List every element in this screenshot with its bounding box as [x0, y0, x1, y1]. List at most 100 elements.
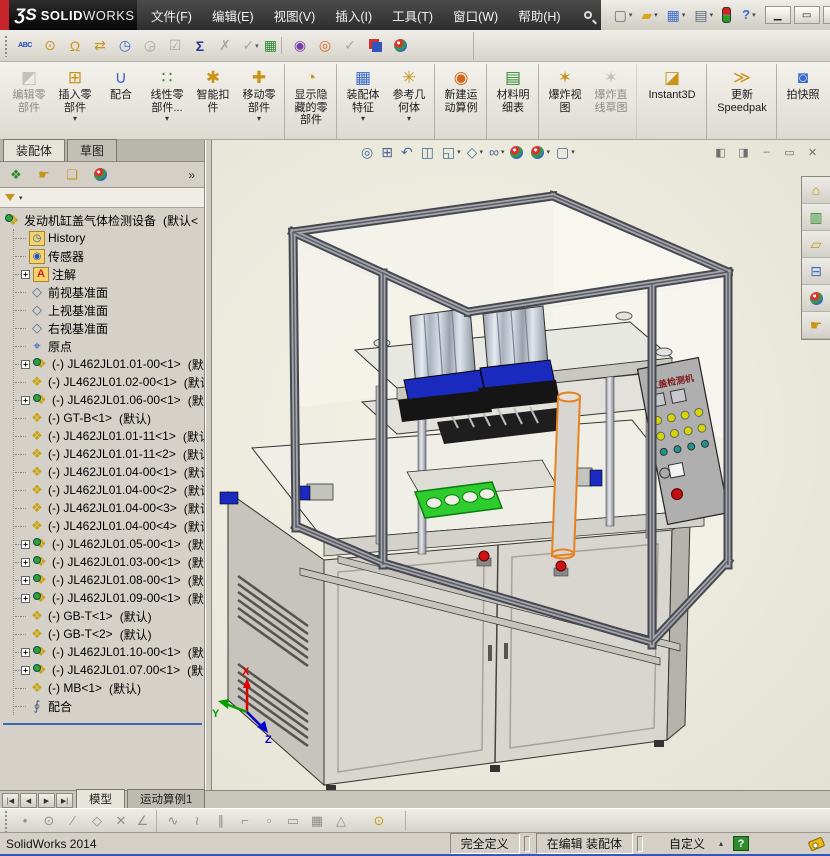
ribbon-button[interactable]: ✳ 参考几何体 ▾	[386, 64, 435, 139]
open-icon[interactable]: ▰ ▾	[638, 6, 660, 24]
tree-item[interactable]: 前视基准面	[14, 283, 204, 301]
ribbon-button[interactable]: ▤ 材料明细表	[490, 64, 539, 139]
expand-toggle[interactable]	[21, 255, 26, 257]
save-icon[interactable]: ▦ ▾	[664, 6, 689, 24]
ribbon-button[interactable]: ✶ 爆炸直线草图	[588, 64, 637, 139]
ribbon-button[interactable]: ✶ 爆炸视图	[542, 64, 588, 139]
zoom-area-icon[interactable]: ⊞	[378, 141, 398, 163]
parallel-icon[interactable]: ∥	[209, 810, 233, 832]
tree-item[interactable]: (-) JL462JL01.02-00<1> (默认	[14, 373, 204, 391]
expand-toggle[interactable]	[21, 453, 26, 455]
expand-toggle[interactable]: +	[21, 539, 30, 549]
pane-left-icon[interactable]: ◧	[711, 144, 730, 160]
custom-view-label[interactable]: 自定义	[669, 835, 705, 852]
minimize-button[interactable]: ▁	[764, 6, 791, 24]
appearance-sphere-icon[interactable]	[388, 33, 413, 58]
search-icon[interactable]	[574, 0, 601, 30]
tag-icon[interactable]	[807, 836, 826, 851]
configurationmanager-tab-icon[interactable]: ❏	[59, 164, 85, 186]
expand-toggle[interactable]	[21, 687, 26, 689]
help-status-icon[interactable]: ?	[733, 836, 749, 851]
mass-properties-icon[interactable]: Ω	[63, 33, 88, 58]
expand-toggle[interactable]	[21, 489, 26, 491]
expand-toggle[interactable]: +	[21, 647, 30, 657]
featuremanager-tab-icon[interactable]: ❖	[3, 164, 29, 186]
tree-item[interactable]: + (-) JL462JL01.05-00<1> (默认	[14, 535, 204, 553]
ribbon-button[interactable]: ∪ 配合	[98, 64, 144, 139]
first-tab-button[interactable]: |◀	[2, 793, 19, 808]
expand-toggle[interactable]: +	[21, 359, 30, 369]
previous-view-icon[interactable]: ↶	[398, 141, 418, 163]
doc-close-icon[interactable]: ✕	[803, 144, 822, 160]
expand-toggle[interactable]	[21, 525, 26, 527]
pattern-icon[interactable]: ▫	[257, 810, 281, 832]
ribbon-button[interactable]: ◔ 显示隐藏的零部件	[288, 64, 337, 139]
tree-filter[interactable]: ▾	[0, 188, 204, 208]
expand-toggle[interactable]	[21, 237, 26, 239]
design-table-icon[interactable]: ▦	[263, 33, 288, 58]
chevron-up-icon[interactable]: ▴	[719, 839, 723, 848]
render-options-icon[interactable]: ◎	[313, 33, 338, 58]
approve-icon[interactable]: ✓	[338, 33, 363, 58]
expand-toggle[interactable]: +	[21, 557, 30, 567]
equations-icon[interactable]: Σ	[188, 33, 213, 58]
performance-icon[interactable]: ◷	[113, 33, 138, 58]
assembly-3d-model[interactable]: 缸盖检测机 X Y Z	[212, 140, 830, 790]
menu-item[interactable]: 插入(I)	[325, 6, 382, 25]
document-tab[interactable]: 运动算例1	[127, 789, 206, 808]
tree-item[interactable]: + (-) JL462JL01.09-00<1> (默认	[14, 589, 204, 607]
ribbon-button[interactable]: ≫ 更新 Speedpak	[710, 64, 777, 139]
expand-toggle[interactable]	[21, 633, 26, 635]
tree-item[interactable]: + (-) JL462JL01.06-00<1> (默认	[14, 391, 204, 409]
pane-right-icon[interactable]: ◨	[734, 144, 753, 160]
line-icon[interactable]: ∕	[61, 810, 85, 832]
tree-item[interactable]: + (-) JL462JL01.03-00<1> (默认	[14, 553, 204, 571]
ribbon-button[interactable]: ∷ 线性零部件... ▾	[144, 64, 190, 139]
spline-icon[interactable]: ∿	[161, 810, 185, 832]
triangle-icon[interactable]: △	[329, 810, 353, 832]
tree-item[interactable]: (-) GB-T<2> (默认)	[14, 625, 204, 643]
tree-item[interactable]: + (-) JL462JL01.07.00<1> (默认	[14, 661, 204, 679]
graphics-viewport[interactable]: ◎ ⊞ ↶ ◫ ◱ ▾ ◇ ▾ ∞ ▾ ▾ ▢ ▾ ◧ ◨ – ▭ ✕ ⌂ ▥ …	[212, 140, 830, 790]
expand-toggle[interactable]: +	[21, 593, 30, 603]
expand-toggle[interactable]: +	[21, 395, 30, 405]
tree-item[interactable]: (-) JL462JL01.01-11<2> (默认	[14, 445, 204, 463]
doc-restore-icon[interactable]: ▭	[780, 144, 799, 160]
section-view-icon[interactable]: ◫	[418, 141, 439, 163]
toolbar-grip[interactable]	[4, 809, 9, 832]
ribbon-button[interactable]: ◙ 拍快照	[780, 64, 826, 139]
custom-properties-icon[interactable]: ☛	[802, 312, 830, 339]
command-manager-tab[interactable]: 装配体	[3, 139, 66, 161]
expand-toggle[interactable]: +	[21, 575, 30, 585]
expand-toggle[interactable]	[21, 435, 26, 437]
appearances-scenes-icon[interactable]	[802, 285, 830, 312]
verification-icon[interactable]: ☑	[163, 33, 188, 58]
view-palette-icon[interactable]: ⊟	[802, 258, 830, 285]
print-icon[interactable]: ▤ ▾	[691, 6, 716, 24]
expand-toggle[interactable]	[21, 471, 26, 473]
measure-icon[interactable]: ⊙	[38, 33, 63, 58]
menu-item[interactable]: 视图(V)	[264, 6, 326, 25]
ribbon-button[interactable]: ▦ 装配体特征 ▾	[340, 64, 386, 139]
zoom-fit-icon[interactable]: ◎	[358, 141, 378, 163]
tree-item[interactable]: (-) JL462JL01.04-00<3> (默认	[14, 499, 204, 517]
tree-root-item[interactable]: 发动机缸盖气体检测设备 (默认<	[3, 211, 204, 229]
tree-item[interactable]: 右视基准面	[14, 319, 204, 337]
grid-icon[interactable]: ▦	[305, 810, 329, 832]
schedule-icon[interactable]: ◶	[138, 33, 163, 58]
restore-button[interactable]: ▭	[793, 6, 820, 24]
close-button[interactable]: ✕	[822, 6, 830, 24]
expand-toggle[interactable]: +	[21, 269, 30, 279]
document-tab[interactable]: 模型	[76, 789, 125, 808]
tree-item[interactable]: (-) GB-T<1> (默认)	[14, 607, 204, 625]
ribbon-button[interactable]: ◩ 编辑零部件	[6, 64, 52, 139]
tree-item[interactable]: 配合	[14, 697, 204, 715]
new-document-icon[interactable]: ▢ ▾	[611, 6, 636, 24]
corner-icon[interactable]: ⌐	[233, 810, 257, 832]
spell-check-icon[interactable]: ABC	[13, 33, 38, 58]
expand-toggle[interactable]	[21, 345, 26, 347]
ribbon-button[interactable]: ✱ 智能扣件	[190, 64, 236, 139]
edit-appearance-squares-icon[interactable]	[363, 33, 388, 58]
prev-tab-button[interactable]: ◀	[20, 793, 37, 808]
expand-toggle[interactable]	[21, 417, 26, 419]
